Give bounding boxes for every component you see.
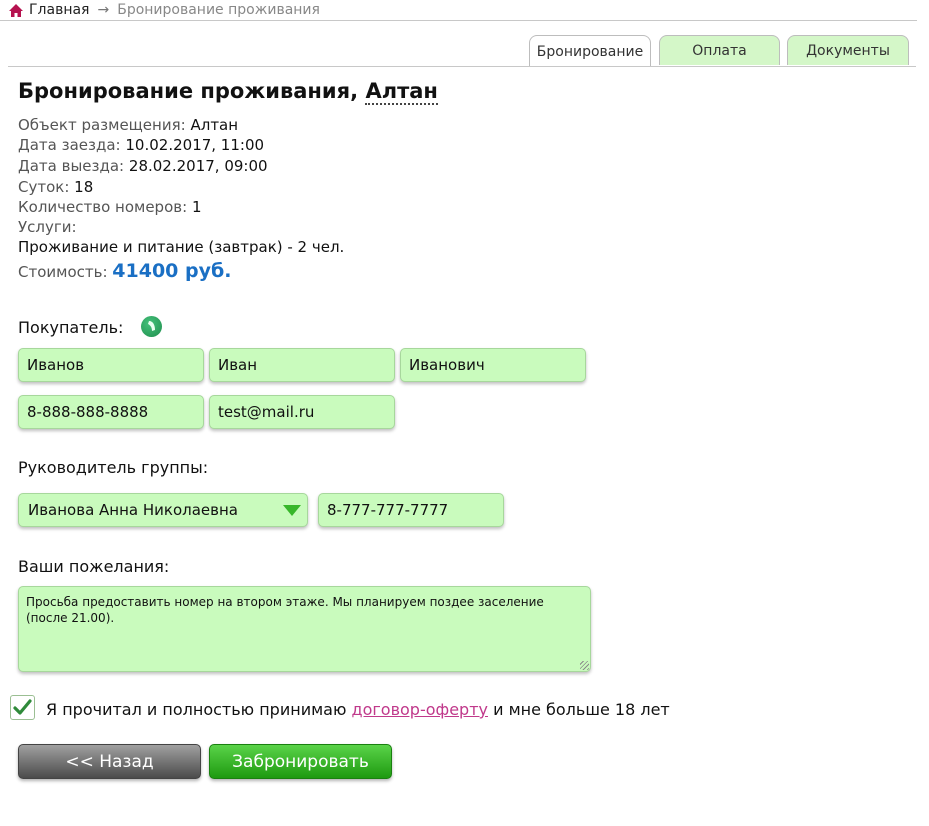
leaf-icon bbox=[148, 321, 155, 331]
buyer-label: Покупатель: bbox=[18, 318, 124, 337]
dropdown-arrow-icon bbox=[283, 505, 301, 516]
object-name-link[interactable]: Алтан bbox=[365, 79, 438, 105]
book-button[interactable]: Забронировать bbox=[209, 744, 392, 779]
wishes-label: Ваши пожелания: bbox=[18, 557, 170, 576]
header-divider bbox=[0, 20, 917, 21]
page-title-text: Бронирование проживания, bbox=[18, 79, 359, 103]
info-object-label: Объект размещения: bbox=[18, 116, 186, 134]
consent-text: Я прочитал и полностью принимаю договор-… bbox=[46, 700, 670, 719]
info-checkout-value: 28.02.2017, 09:00 bbox=[128, 157, 268, 175]
tab-documents[interactable]: Документы bbox=[787, 35, 909, 65]
resize-handle-icon[interactable] bbox=[580, 661, 589, 670]
autofill-icon[interactable] bbox=[141, 316, 162, 337]
page-title: Бронирование проживания, Алтан bbox=[18, 79, 438, 105]
tabs-divider bbox=[8, 66, 916, 67]
info-checkin: Дата заезда: 10.02.2017, 11:00 bbox=[18, 136, 264, 154]
home-icon[interactable] bbox=[8, 3, 24, 18]
consent-text-after: и мне больше 18 лет bbox=[493, 700, 670, 719]
info-checkin-label: Дата заезда: bbox=[18, 136, 121, 154]
buyer-middle-name-input[interactable] bbox=[400, 348, 586, 382]
consent-checkbox[interactable] bbox=[10, 695, 35, 720]
info-checkin-value: 10.02.2017, 11:00 bbox=[125, 136, 265, 154]
offer-agreement-link[interactable]: договор-оферту bbox=[352, 700, 488, 719]
info-rooms-label: Количество номеров: bbox=[18, 198, 188, 216]
buyer-first-name-input[interactable] bbox=[209, 348, 395, 382]
breadcrumb-home-link[interactable]: Главная bbox=[29, 2, 89, 18]
checkmark-icon bbox=[13, 699, 32, 715]
info-cost-label: Стоимость: bbox=[18, 263, 108, 281]
tab-booking[interactable]: Бронирование bbox=[529, 35, 651, 67]
group-leader-selected: Иванова Анна Николаевна bbox=[28, 501, 238, 519]
back-button[interactable]: << Назад bbox=[18, 744, 201, 779]
group-leader-select[interactable]: Иванова Анна Николаевна bbox=[18, 493, 308, 527]
breadcrumb-current: Бронирование проживания bbox=[117, 2, 320, 18]
buyer-last-name-input[interactable] bbox=[18, 348, 204, 382]
info-rooms: Количество номеров: 1 bbox=[18, 198, 201, 216]
info-services: Услуги: bbox=[18, 218, 77, 236]
info-checkout-label: Дата выезда: bbox=[18, 157, 125, 175]
buyer-email-input[interactable] bbox=[209, 395, 395, 429]
consent-text-before: Я прочитал и полностью принимаю bbox=[46, 700, 347, 719]
info-nights: Суток: 18 bbox=[18, 178, 93, 196]
info-object: Объект размещения: Алтан bbox=[18, 116, 238, 134]
info-services-value: Проживание и питание (завтрак) - 2 чел. bbox=[18, 238, 345, 256]
wishes-textarea[interactable]: Просьба предоставить номер на втором эта… bbox=[18, 586, 591, 672]
info-cost: Стоимость: 41400 руб. bbox=[18, 260, 231, 282]
info-object-value: Алтан bbox=[190, 116, 239, 134]
buyer-phone-input[interactable] bbox=[18, 395, 204, 429]
tab-payment[interactable]: Оплата bbox=[659, 35, 780, 65]
info-nights-label: Суток: bbox=[18, 178, 70, 196]
wishes-field: Просьба предоставить номер на втором эта… bbox=[18, 586, 591, 672]
info-cost-value: 41400 руб. bbox=[112, 260, 232, 282]
info-services-label: Услуги: bbox=[18, 218, 77, 236]
breadcrumb-separator: → bbox=[97, 2, 110, 18]
breadcrumb: Главная → Бронирование проживания bbox=[8, 1, 320, 19]
info-checkout: Дата выезда: 28.02.2017, 09:00 bbox=[18, 157, 268, 175]
info-rooms-value: 1 bbox=[191, 198, 202, 216]
info-nights-value: 18 bbox=[74, 178, 94, 196]
group-leader-label: Руководитель группы: bbox=[18, 458, 209, 477]
group-leader-phone-input[interactable] bbox=[318, 493, 504, 527]
